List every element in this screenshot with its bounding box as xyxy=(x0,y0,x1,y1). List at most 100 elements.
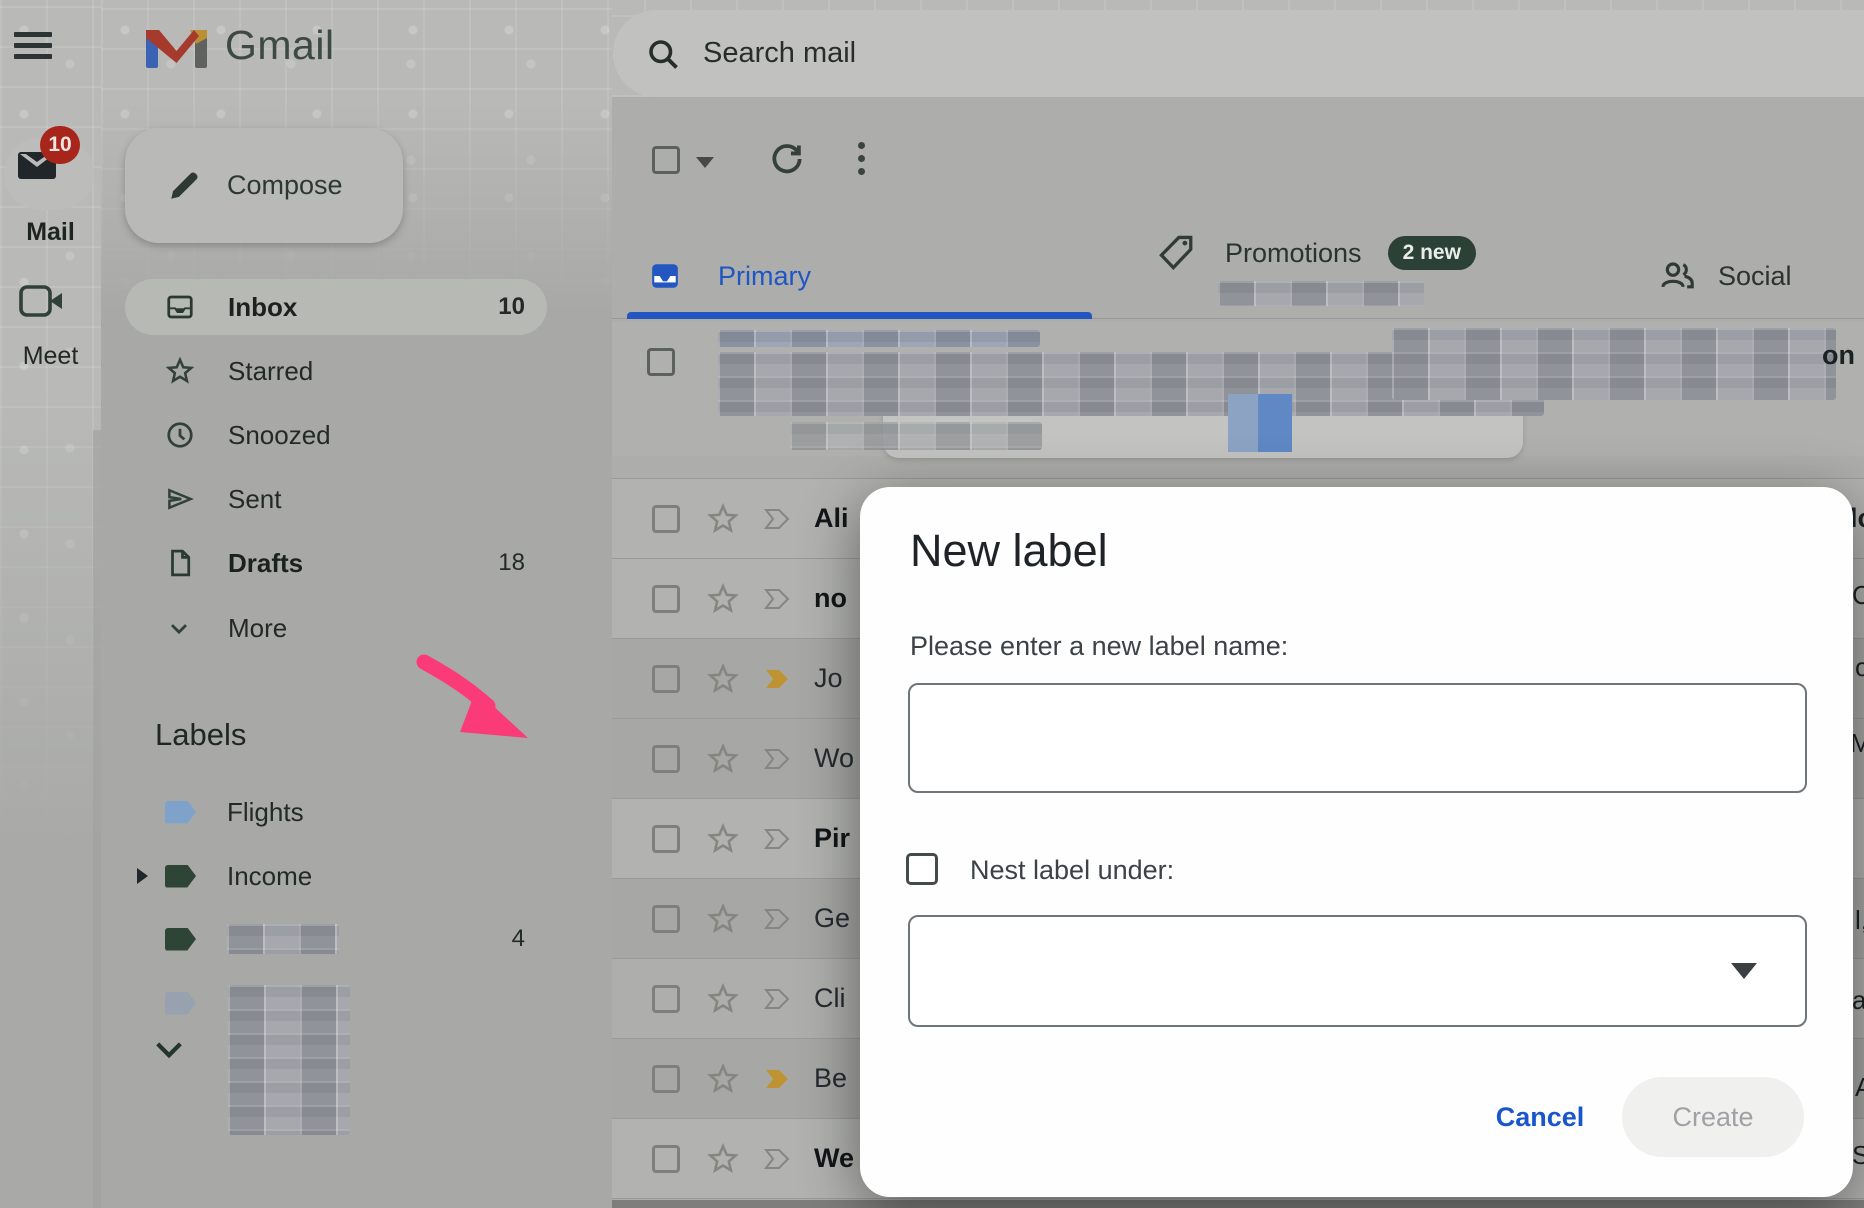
label-count: 4 xyxy=(512,925,525,953)
redacted-text xyxy=(790,422,1042,450)
more-label: More xyxy=(228,613,287,644)
label-name: Flights xyxy=(227,797,304,828)
importance-marker-icon[interactable] xyxy=(764,508,792,530)
parent-label-select[interactable] xyxy=(908,915,1807,1027)
sidebar-item-snoozed[interactable]: Snoozed xyxy=(125,407,547,463)
tab-social[interactable]: Social xyxy=(1658,233,1792,319)
star-icon[interactable] xyxy=(706,1142,740,1176)
importance-marker-icon-important[interactable] xyxy=(764,1068,792,1090)
sent-label: Sent xyxy=(228,484,282,515)
nest-label-checkbox[interactable] xyxy=(906,853,938,885)
star-icon[interactable] xyxy=(706,902,740,936)
row-checkbox[interactable] xyxy=(652,585,680,613)
sidebar-item-starred[interactable]: Starred xyxy=(125,343,547,399)
inbox-category-tabs: Primary Promotions 2 new Social xyxy=(612,233,1864,319)
row-checkbox[interactable] xyxy=(647,348,675,376)
primary-tab-icon xyxy=(650,261,680,291)
clock-icon xyxy=(165,420,197,450)
select-all-checkbox[interactable] xyxy=(652,146,680,174)
drafts-label: Drafts xyxy=(228,548,303,579)
labels-section-header: Labels xyxy=(155,706,575,764)
sidebar-item-sent[interactable]: Sent xyxy=(125,471,547,527)
clipped-text-fragment: S xyxy=(1852,1140,1864,1171)
sidebar-label-flights[interactable]: Flights xyxy=(125,784,547,840)
redacted-label-name xyxy=(227,924,339,954)
row-checkbox[interactable] xyxy=(652,905,680,933)
sidebar-label-income[interactable]: Income xyxy=(125,848,547,904)
star-icon[interactable] xyxy=(706,502,740,536)
gmail-app: 10 Mail Meet Gmail xyxy=(0,0,1864,1208)
bottom-edge xyxy=(612,1200,1864,1208)
clipped-text-fragment: o xyxy=(1855,652,1864,683)
active-tab-indicator xyxy=(627,312,1092,319)
gmail-wordmark: Gmail xyxy=(225,22,335,69)
star-icon[interactable] xyxy=(706,982,740,1016)
importance-marker-icon[interactable] xyxy=(764,1148,792,1170)
compose-button[interactable]: Compose xyxy=(125,128,403,243)
row-checkbox[interactable] xyxy=(652,1065,680,1093)
row-checkbox[interactable] xyxy=(652,985,680,1013)
importance-marker-icon-important[interactable] xyxy=(764,668,792,690)
row-checkbox[interactable] xyxy=(652,505,680,533)
redacted-sidebar-content xyxy=(228,985,350,1135)
list-toolbar xyxy=(612,130,1864,190)
primary-tab-label: Primary xyxy=(718,261,811,292)
star-icon[interactable] xyxy=(706,1062,740,1096)
search-input[interactable] xyxy=(703,37,1503,70)
sender-name: Jo xyxy=(814,663,843,694)
compose-label: Compose xyxy=(227,170,343,201)
star-icon[interactable] xyxy=(706,662,740,696)
labels-title: Labels xyxy=(155,717,246,753)
create-button[interactable]: Create xyxy=(1622,1077,1804,1157)
sidebar-item-inbox[interactable]: Inbox 10 xyxy=(125,279,547,335)
collapse-chevron-icon[interactable] xyxy=(152,1038,186,1064)
star-icon[interactable] xyxy=(706,822,740,856)
label-tag-icon xyxy=(165,865,196,888)
row-checkbox[interactable] xyxy=(652,665,680,693)
row-checkbox[interactable] xyxy=(652,745,680,773)
clipped-text-fragment: l, xyxy=(1855,905,1864,936)
sender-name: Pir xyxy=(814,823,850,854)
email-row-redacted[interactable] xyxy=(612,322,1864,456)
importance-marker-icon[interactable] xyxy=(764,908,792,930)
select-dropdown-icon xyxy=(1731,963,1757,979)
promotions-tab-label: Promotions xyxy=(1225,238,1362,269)
rail-divider xyxy=(93,430,101,1208)
clipped-text-fragment: C xyxy=(1852,580,1864,611)
sidebar-item-drafts[interactable]: Drafts 18 xyxy=(125,535,547,591)
importance-marker-icon[interactable] xyxy=(764,988,792,1010)
mail-unread-badge: 10 xyxy=(40,126,80,164)
sidebar-item-more[interactable]: More xyxy=(125,600,547,656)
row-checkbox[interactable] xyxy=(652,825,680,853)
importance-marker-icon[interactable] xyxy=(764,828,792,850)
promotions-tag-icon xyxy=(1155,231,1199,275)
tab-primary[interactable]: Primary xyxy=(650,233,811,319)
sender-name: no xyxy=(814,583,847,614)
label-tag-icon xyxy=(165,992,196,1015)
gmail-logo[interactable]: Gmail xyxy=(146,22,335,69)
starred-label: Starred xyxy=(228,356,313,387)
star-icon xyxy=(165,356,197,386)
label-tag-icon xyxy=(165,801,196,824)
more-options-icon[interactable] xyxy=(858,142,866,181)
star-icon[interactable] xyxy=(706,582,740,616)
importance-marker-icon[interactable] xyxy=(764,588,792,610)
nest-label-text: Nest label under: xyxy=(970,855,1174,886)
star-icon[interactable] xyxy=(706,742,740,776)
expand-label-arrow-icon[interactable] xyxy=(137,868,148,884)
cancel-button[interactable]: Cancel xyxy=(1465,1077,1615,1157)
sidebar-label-redacted-1[interactable]: 4 xyxy=(125,911,547,967)
importance-marker-icon[interactable] xyxy=(764,748,792,770)
rail-item-meet[interactable]: Meet xyxy=(0,284,101,384)
search-bar[interactable] xyxy=(613,10,1864,97)
select-dropdown-icon[interactable] xyxy=(696,157,714,168)
rail-item-mail[interactable]: 10 Mail xyxy=(0,126,101,246)
sender-name: We xyxy=(814,1143,854,1174)
refresh-button[interactable] xyxy=(768,140,806,178)
main-menu-icon[interactable] xyxy=(14,32,52,62)
label-name-input[interactable] xyxy=(908,683,1807,793)
new-label-dialog: New label Please enter a new label name:… xyxy=(860,487,1853,1197)
inbox-label: Inbox xyxy=(228,292,297,323)
row-checkbox[interactable] xyxy=(652,1145,680,1173)
inbox-icon xyxy=(165,292,197,322)
